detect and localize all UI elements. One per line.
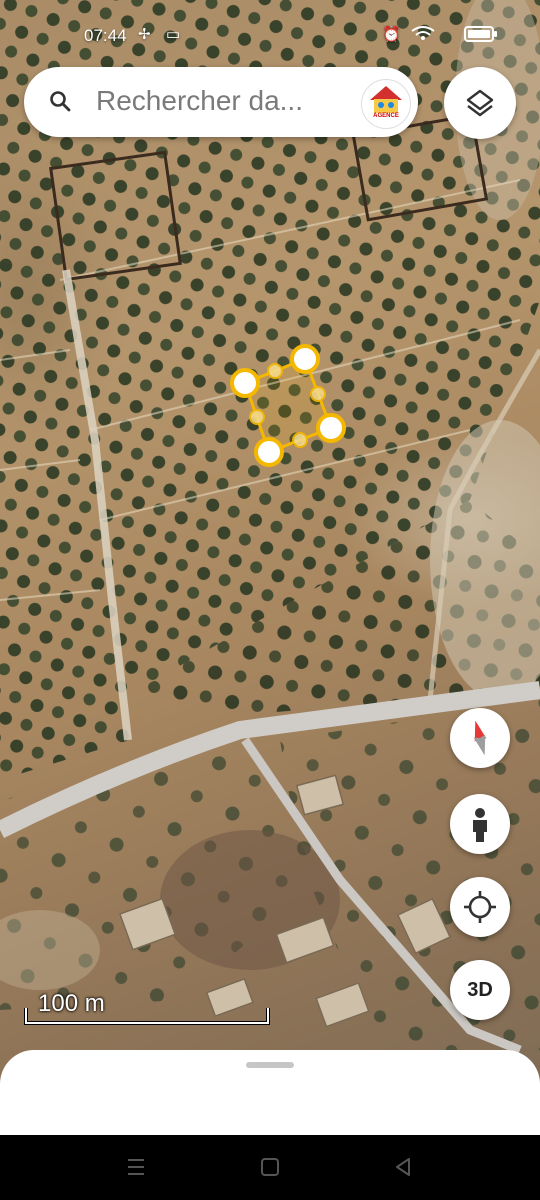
menu-icon[interactable] [126, 1155, 146, 1179]
scale-bar: 100 m [24, 990, 270, 1026]
status-bar: 07:44 ✢ ▭ ⏰ [0, 0, 540, 70]
drag-handle[interactable] [246, 1062, 294, 1068]
back-icon[interactable] [393, 1155, 413, 1179]
status-time: 07:44 [84, 26, 127, 45]
search-bar[interactable]: Rechercher da... AGENCE [24, 67, 418, 137]
layers-icon [466, 89, 494, 117]
fan-icon: ✢ [138, 26, 151, 43]
person-icon [473, 808, 487, 842]
search-icon[interactable] [48, 89, 72, 113]
scale-ruler [24, 1008, 270, 1025]
compass-icon [473, 720, 487, 756]
bottom-sheet[interactable] [0, 1050, 540, 1135]
3d-toggle-button[interactable]: 3D [450, 960, 510, 1020]
layers-button[interactable] [444, 67, 516, 139]
map-imagery [0, 0, 540, 1055]
search-placeholder[interactable]: Rechercher da... [96, 85, 303, 117]
system-nav-bar [0, 1135, 540, 1200]
avatar[interactable]: AGENCE [361, 79, 411, 129]
cast-icon: ▭ [166, 26, 181, 43]
satellite-map[interactable] [0, 0, 540, 1135]
alarm-icon: ⏰ [382, 26, 401, 43]
home-icon[interactable] [259, 1155, 281, 1179]
street-view-button[interactable] [450, 794, 510, 854]
compass-button[interactable] [450, 708, 510, 768]
avatar-label: AGENCE [373, 113, 399, 119]
crosshair-icon [464, 891, 496, 923]
battery-icon [464, 25, 498, 47]
my-location-button[interactable] [450, 877, 510, 937]
house-logo-icon [370, 86, 402, 113]
wifi-icon [410, 25, 436, 45]
